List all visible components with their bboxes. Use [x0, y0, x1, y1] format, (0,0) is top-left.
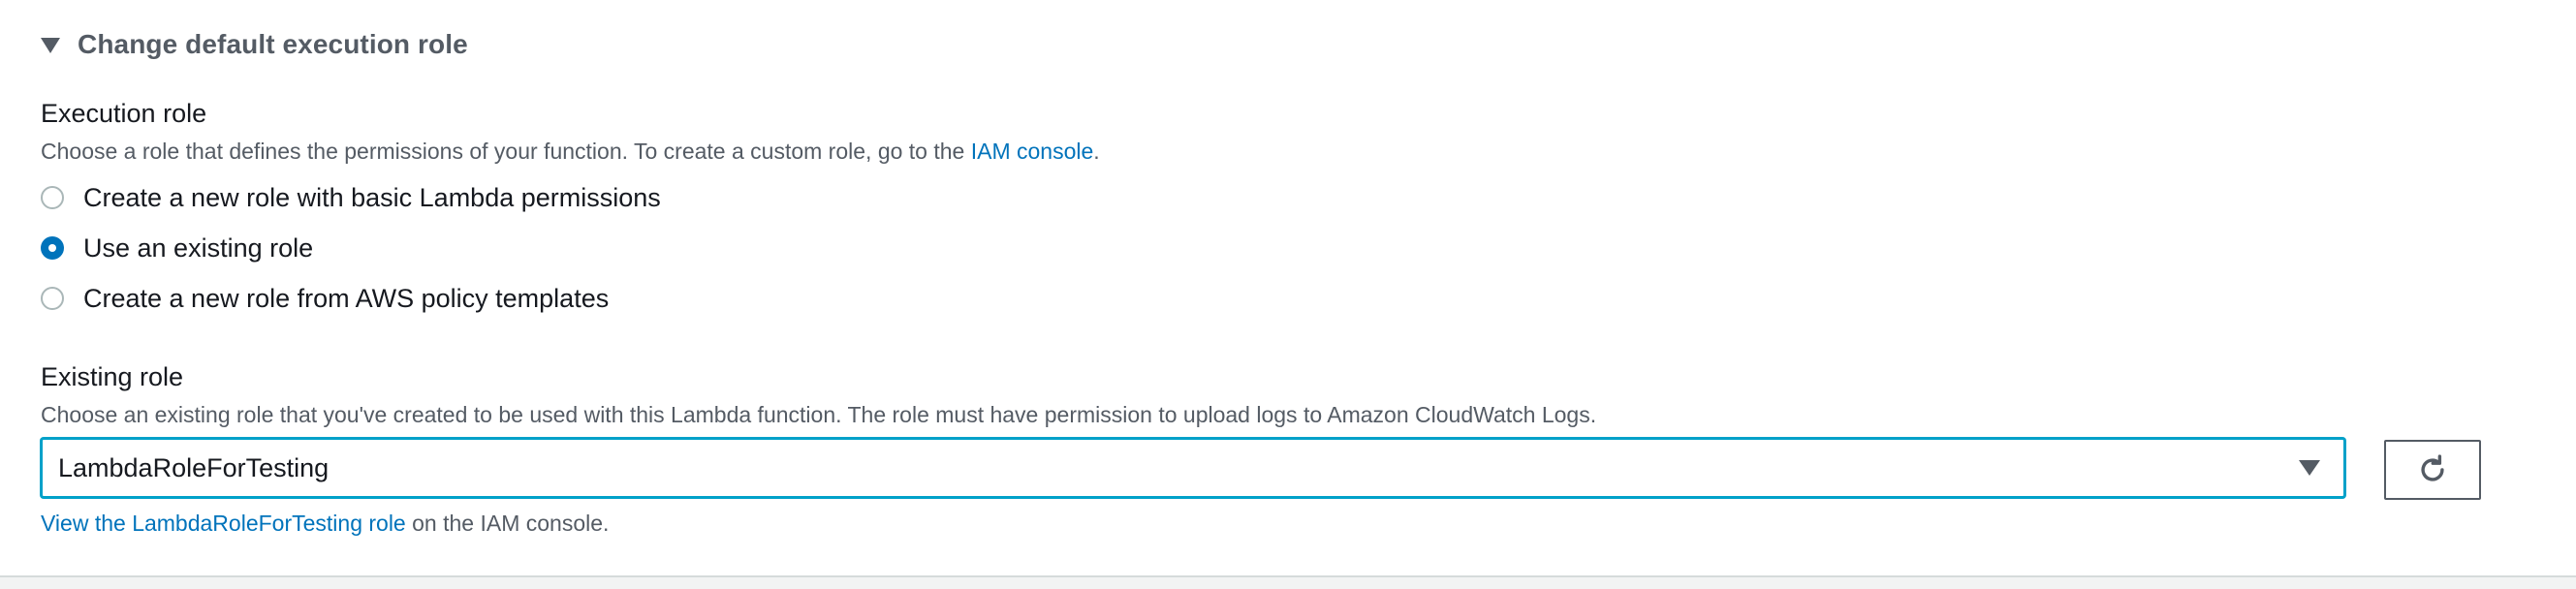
radio-option-policy-templates[interactable]: Create a new role from AWS policy templa… [41, 279, 609, 318]
view-role-suffix: on the IAM console. [405, 511, 610, 536]
existing-role-description: Choose an existing role that you've crea… [41, 402, 1597, 427]
existing-role-select-value: LambdaRoleForTesting [58, 452, 330, 482]
radio-option-existing-role[interactable]: Use an existing role [41, 229, 313, 267]
execution-role-description: Choose a role that defines the permissio… [41, 139, 1100, 165]
caret-down-icon [2299, 460, 2320, 476]
refresh-icon [2421, 454, 2444, 481]
execution-role-label: Execution role [41, 99, 207, 128]
radio-button[interactable] [41, 186, 64, 209]
radio-option-new-basic-role[interactable]: Create a new role with basic Lambda perm… [41, 178, 661, 217]
existing-role-label: Existing role [41, 362, 184, 391]
radio-label: Use an existing role [83, 232, 314, 263]
existing-role-select[interactable]: LambdaRoleForTesting [41, 438, 2345, 498]
refresh-roles-button[interactable] [2384, 440, 2481, 500]
radio-button[interactable] [41, 287, 64, 310]
radio-label: Create a new role from AWS policy templa… [83, 283, 610, 313]
section-title: Change default execution role [78, 29, 468, 59]
iam-console-link[interactable]: IAM console [971, 139, 1094, 164]
caret-down-icon [41, 38, 60, 53]
execution-role-description-text: Choose a role that defines the permissio… [41, 139, 971, 164]
radio-button-selected[interactable] [41, 236, 64, 260]
view-role-link[interactable]: View the LambdaRoleForTesting role [41, 511, 406, 536]
execution-role-description-suffix: . [1093, 139, 1100, 164]
radio-label: Create a new role with basic Lambda perm… [83, 182, 661, 212]
execution-role-panel: Change default execution role Execution … [0, 0, 2576, 577]
view-role-helper: View the LambdaRoleForTesting role on th… [41, 511, 609, 537]
change-default-execution-role-toggle[interactable]: Change default execution role [41, 25, 468, 64]
